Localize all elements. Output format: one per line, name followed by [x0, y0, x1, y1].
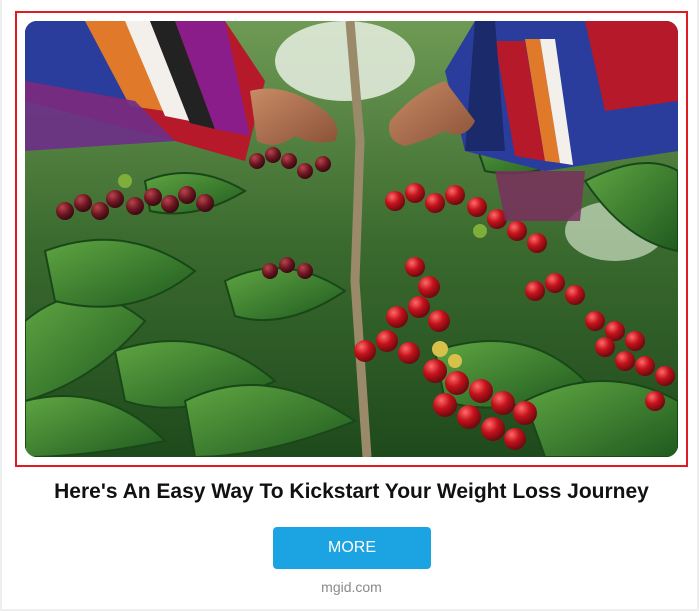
coffee-cherries-photo: [25, 21, 678, 457]
ad-image-frame[interactable]: [15, 11, 688, 467]
ad-card[interactable]: Here's An Easy Way To Kickstart Your Wei…: [0, 0, 699, 611]
ad-image[interactable]: [25, 21, 678, 457]
more-button[interactable]: MORE: [273, 527, 431, 569]
ad-source-link[interactable]: mgid.com: [2, 578, 699, 596]
ad-headline[interactable]: Here's An Easy Way To Kickstart Your Wei…: [2, 478, 699, 506]
